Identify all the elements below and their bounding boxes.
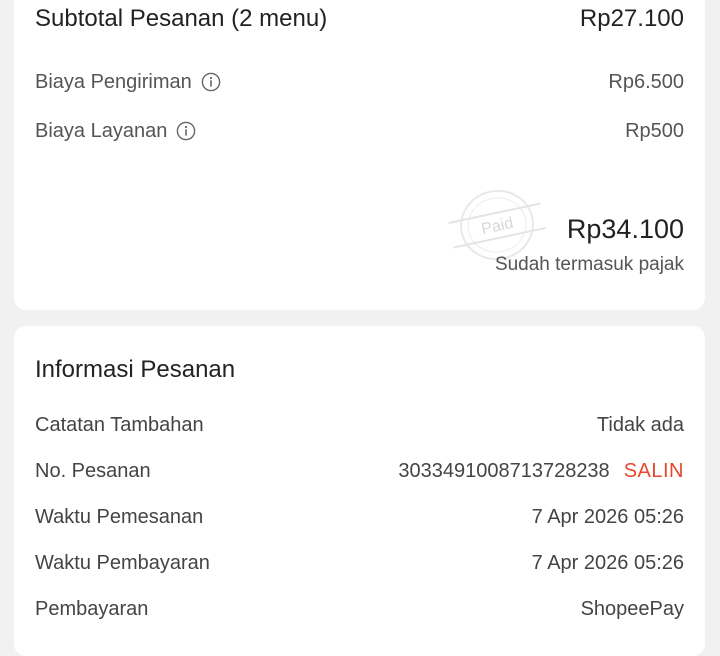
info-row-value: 7 Apr 2026 05:26 [531, 505, 684, 528]
info-row-label: No. Pesanan [35, 459, 151, 482]
order-id-group: 3033491008713728238 SALIN [398, 460, 684, 483]
info-row-label: Waktu Pembayaran [35, 551, 210, 574]
service-fee-label-group: Biaya Layanan [35, 120, 196, 143]
info-row-payment-time: Waktu Pembayaran 7 Apr 2026 05:26 [35, 549, 684, 577]
shipping-fee-value: Rp6.500 [608, 70, 684, 93]
info-row-value: ShopeePay [580, 597, 684, 620]
info-row-label: Catatan Tambahan [35, 413, 204, 436]
service-fee-row: Biaya Layanan Rp500 [35, 117, 684, 145]
subtotal-value: Rp27.100 [579, 5, 684, 32]
order-id-value: 3033491008713728238 [398, 459, 610, 482]
total-amount: Rp34.100 [566, 214, 684, 244]
total-block: Rp34.100 Sudah termasuk pajak [495, 214, 684, 276]
tax-note: Sudah termasuk pajak [494, 254, 684, 275]
info-row-value: Tidak ada [596, 413, 684, 436]
info-row-label: Pembayaran [35, 597, 149, 620]
order-info-title: Informasi Pesanan [35, 356, 236, 383]
payment-summary-card: Subtotal Pesanan (2 menu) Rp27.100 Biaya… [14, 0, 705, 310]
shipping-fee-label: Biaya Pengiriman [35, 70, 192, 93]
service-fee-label: Biaya Layanan [35, 119, 168, 142]
info-row-notes: Catatan Tambahan Tidak ada [35, 411, 684, 439]
info-row-order-number: No. Pesanan 3033491008713728238 SALIN [35, 457, 684, 485]
shipping-fee-label-group: Biaya Pengiriman [35, 71, 221, 94]
info-icon[interactable] [201, 72, 221, 92]
info-row-order-time: Waktu Pemesanan 7 Apr 2026 05:26 [35, 503, 684, 531]
order-info-card: Informasi Pesanan Catatan Tambahan Tidak… [14, 326, 705, 656]
subtotal-label: Subtotal Pesanan (2 menu) [35, 5, 328, 32]
subtotal-row: Subtotal Pesanan (2 menu) Rp27.100 [35, 0, 684, 38]
shipping-fee-row: Biaya Pengiriman Rp6.500 [35, 68, 684, 96]
service-fee-value: Rp500 [625, 119, 684, 142]
copy-order-id-button[interactable]: SALIN [624, 460, 684, 483]
info-row-value: 7 Apr 2026 05:26 [531, 551, 684, 574]
info-row-payment-method: Pembayaran ShopeePay [35, 595, 684, 623]
info-icon[interactable] [176, 121, 196, 141]
info-row-label: Waktu Pemesanan [35, 505, 204, 528]
